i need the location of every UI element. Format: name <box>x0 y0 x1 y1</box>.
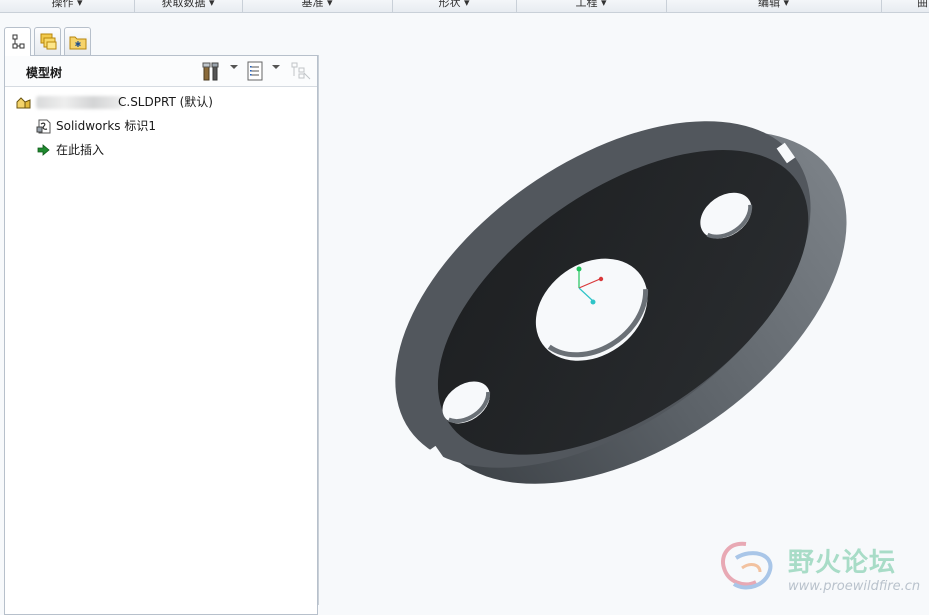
svg-text:✱: ✱ <box>75 40 82 49</box>
list-details-icon <box>247 61 263 81</box>
ribbon-group-engineering[interactable]: 工程 ▾ <box>516 0 667 12</box>
3d-model-view <box>334 38 910 565</box>
watermark-url: www.proewildfire.cn <box>788 579 921 594</box>
tab-folder-browser[interactable] <box>34 27 61 55</box>
tree-filter-disabled-icon <box>291 62 311 80</box>
tools-icon <box>202 62 219 81</box>
tab-favorites[interactable]: ✱ <box>64 27 91 55</box>
ribbon-group-get-data[interactable]: 获取数据 ▾ <box>134 0 243 12</box>
tree-settings-dropdown-arrow[interactable] <box>230 65 238 69</box>
tree-filter-button[interactable] <box>290 60 311 82</box>
tree-columns-button[interactable] <box>245 60 265 82</box>
flange-part-model[interactable] <box>334 38 910 565</box>
graphics-viewport[interactable] <box>319 13 929 605</box>
model-tree-panel: 模型树 C.SLDPRT (默认) Solidworks 标识1 在此插入 <box>4 55 318 615</box>
ribbon-group-surfaces[interactable]: 曲 <box>881 0 929 12</box>
redacted-filename <box>36 96 122 109</box>
watermark-title: 野火论坛 <box>788 548 897 578</box>
import-feature-label: Solidworks 标识1 <box>56 119 156 133</box>
part-icon <box>16 97 31 109</box>
tree-columns-dropdown-arrow[interactable] <box>272 65 280 69</box>
watermark-logo-icon <box>721 541 773 590</box>
insert-here-label: 在此插入 <box>56 143 105 157</box>
ribbon-group-labels: 操作 ▾ 获取数据 ▾ 基准 ▾ 形状 ▾ 工程 ▾ 编辑 ▾ 曲 <box>0 0 929 13</box>
model-tree-icon <box>12 34 25 49</box>
folder-browser-icon <box>40 33 57 50</box>
model-tree-title: 模型树 <box>26 66 63 80</box>
part-name-label: C.SLDPRT (默认) <box>118 95 213 109</box>
ribbon-group-datum[interactable]: 基准 ▾ <box>242 0 393 12</box>
tree-settings-button[interactable] <box>201 60 221 82</box>
model-tree-header: 模型树 <box>5 56 317 87</box>
insert-here-arrow-icon <box>37 144 50 156</box>
favorites-folder-icon: ✱ <box>69 36 87 50</box>
ribbon-group-operations[interactable]: 操作 ▾ <box>0 0 135 12</box>
tab-model-tree[interactable] <box>4 27 31 56</box>
import-feature-icon <box>36 119 51 134</box>
forum-watermark: 野火论坛 www.proewildfire.cn <box>716 538 926 600</box>
ribbon-group-shapes[interactable]: 形状 ▾ <box>392 0 517 12</box>
ribbon-group-editing[interactable]: 编辑 ▾ <box>666 0 882 12</box>
